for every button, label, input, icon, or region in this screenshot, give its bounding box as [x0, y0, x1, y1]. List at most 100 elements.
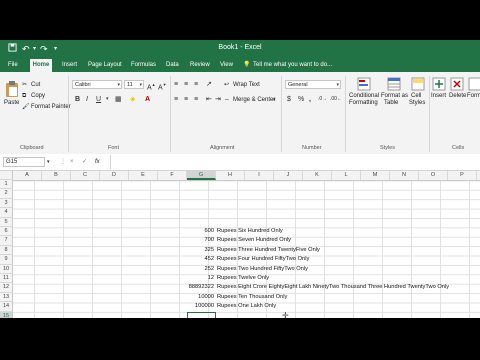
column-header-d[interactable]: D [100, 171, 129, 180]
cancel-icon[interactable]: × [70, 158, 74, 166]
cell-h13[interactable]: Rupees Ten Thousand Only [217, 293, 287, 302]
column-header-c[interactable]: C [71, 171, 100, 180]
cell-h7[interactable]: Rupees Seven Hundred Only [217, 236, 291, 245]
column-header-i[interactable]: I [245, 171, 274, 180]
chevron-down-icon[interactable]: ▾ [106, 95, 109, 104]
column-header-h[interactable]: H [216, 171, 245, 180]
column-header-p[interactable]: P [448, 171, 477, 180]
cell-g11[interactable]: 12 [186, 274, 214, 283]
row-header-9[interactable]: 9 [0, 255, 13, 265]
column-header-m[interactable]: M [361, 171, 390, 180]
cell-h11[interactable]: Rupees Twelve Only [217, 274, 269, 283]
indent-decrease-icon[interactable]: ⇤ [206, 95, 212, 104]
tab-view[interactable]: View [220, 59, 233, 72]
tab-data[interactable]: Data [166, 59, 179, 72]
tab-home[interactable]: Home [30, 59, 52, 72]
font-name-combo[interactable]: Calibri ▾ [72, 80, 122, 89]
row-header-6[interactable]: 6 [0, 227, 13, 237]
fill-color-icon[interactable]: ◈ [130, 95, 135, 104]
decrease-font-icon[interactable]: A▼ [158, 80, 167, 92]
font-size-combo[interactable]: 11 ▾ [124, 80, 144, 89]
align-bottom-icon[interactable]: ≡ [194, 80, 198, 89]
copy-button[interactable]: Copy [31, 92, 45, 100]
row-header-15[interactable]: 15 [0, 311, 13, 318]
tell-me-search[interactable]: Tell me what you want to do... [253, 59, 332, 72]
column-header-l[interactable]: L [332, 171, 361, 180]
underline-button[interactable]: U [96, 95, 101, 104]
cell-styles-button[interactable]: Cell Styles [408, 77, 428, 107]
cell-g8[interactable]: 325 [186, 246, 215, 255]
row-header-7[interactable]: 7 [0, 236, 13, 246]
align-left-icon[interactable]: ≡ [174, 95, 178, 104]
cell-h14[interactable]: Rupees One Lakh Only [217, 302, 276, 311]
format-as-table-button[interactable]: Format as Table [380, 77, 408, 107]
increase-font-icon[interactable]: A▲ [147, 80, 156, 92]
tab-page-layout[interactable]: Page Layout [88, 59, 122, 72]
increase-decimal-icon[interactable]: .0→ [318, 95, 327, 104]
row-header-3[interactable]: 3 [0, 198, 13, 209]
row-header-8[interactable]: 8 [0, 245, 13, 256]
align-top-icon[interactable]: ≡ [174, 80, 178, 89]
cut-button[interactable]: Cut [31, 81, 40, 89]
bold-button[interactable]: B [75, 95, 80, 104]
column-header-k[interactable]: K [303, 171, 332, 180]
formula-input[interactable] [114, 158, 474, 166]
worksheet-grid[interactable]: ABCDEFGHIJKLMNOP 12345678910111213141516… [0, 171, 480, 318]
cell-h8[interactable]: Rupees Three Hundred TwentyFive Only [217, 246, 320, 255]
cell-h10[interactable]: Rupees Two Hundred FiftyTwo Only [217, 265, 308, 274]
name-box[interactable]: G15 [3, 157, 45, 167]
row-header-12[interactable]: 12 [0, 283, 13, 293]
row-header-11[interactable]: 11 [0, 274, 13, 284]
cell-h6[interactable]: Rupees Six Hundred Only [217, 227, 283, 236]
chevron-down-icon[interactable]: ▾ [47, 158, 50, 166]
column-header-e[interactable]: E [129, 171, 158, 180]
insert-function-icon[interactable]: fx [95, 158, 100, 166]
font-color-icon[interactable]: A [145, 95, 150, 104]
indent-increase-icon[interactable]: ⇥ [215, 95, 221, 104]
cell-g12[interactable]: 88892322 [186, 283, 214, 292]
format-cells-button[interactable]: Forma [467, 77, 480, 107]
row-header-13[interactable]: 13 [0, 292, 13, 303]
number-format-combo[interactable]: General ▾ [285, 80, 341, 89]
cell-h9[interactable]: Rupees Four Hundred FiftyTwo Only [217, 255, 309, 264]
tab-formulas[interactable]: Formulas [131, 59, 156, 72]
borders-icon[interactable]: ▦ [115, 95, 122, 104]
cell-g7[interactable]: 700 [186, 236, 215, 245]
select-all-corner[interactable] [0, 171, 13, 180]
active-cell[interactable] [187, 311, 216, 318]
column-header-g[interactable]: G [187, 171, 216, 180]
row-header-14[interactable]: 14 [0, 302, 13, 312]
tab-insert[interactable]: Insert [62, 59, 77, 72]
currency-button[interactable]: $ [287, 95, 291, 104]
wrap-text-button[interactable]: Wrap Text [233, 81, 260, 89]
column-header-o[interactable]: O [419, 171, 448, 180]
format-painter-button[interactable]: Format Painter [31, 103, 71, 111]
row-header-4[interactable]: 4 [0, 208, 13, 218]
cell-g9[interactable]: 452 [186, 255, 215, 264]
percent-button[interactable]: % [298, 95, 304, 104]
tab-file[interactable]: File [8, 59, 22, 72]
decrease-decimal-icon[interactable]: .00← [330, 95, 342, 104]
orientation-icon[interactable]: ↗ [206, 80, 212, 89]
row-header-5[interactable]: 5 [0, 217, 13, 227]
column-header-n[interactable]: N [390, 171, 419, 180]
cell-g6[interactable]: 600 [186, 227, 215, 236]
insert-cells-button[interactable]: Insert [431, 77, 447, 107]
paste-button[interactable]: Paste [4, 80, 20, 108]
cell-g10[interactable]: 252 [186, 265, 215, 274]
align-right-icon[interactable]: ≡ [194, 95, 198, 104]
column-header-b[interactable]: B [42, 171, 71, 180]
cell-h12[interactable]: Rupees Eight Crore EightyEight Lakh Nine… [217, 283, 449, 292]
cell-g13[interactable]: 10000 [186, 293, 214, 302]
row-header-2[interactable]: 2 [0, 189, 13, 199]
align-center-icon[interactable]: ≡ [184, 95, 188, 104]
conditional-formatting-button[interactable]: Conditional Formatting [348, 77, 380, 107]
column-header-f[interactable]: F [158, 171, 187, 180]
delete-cells-button[interactable]: Delete [449, 77, 466, 107]
enter-icon[interactable]: ✓ [82, 158, 87, 166]
align-middle-icon[interactable]: ≡ [184, 80, 188, 89]
comma-button[interactable]: , [309, 95, 311, 104]
column-header-a[interactable]: A [13, 171, 42, 180]
merge-center-button[interactable]: Merge & Center [233, 96, 275, 104]
row-header-10[interactable]: 10 [0, 264, 13, 274]
